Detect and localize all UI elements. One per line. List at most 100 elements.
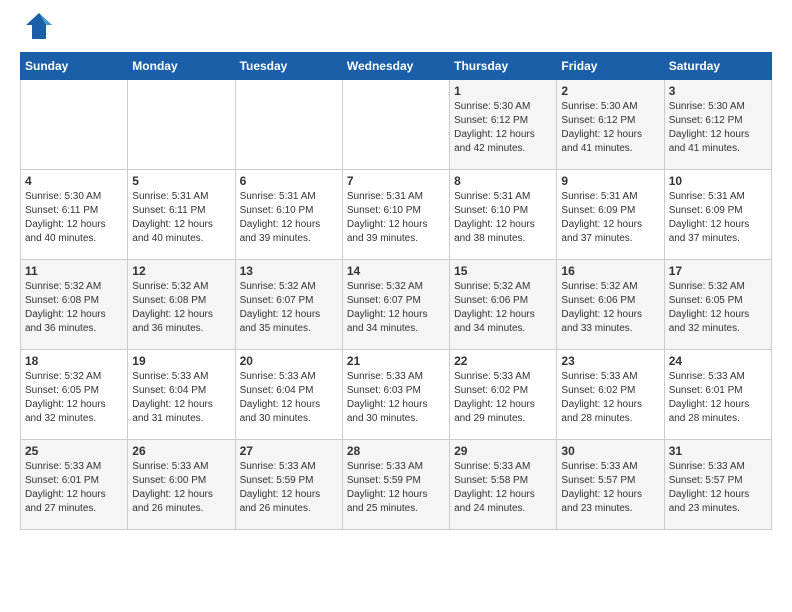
header-saturday: Saturday	[664, 52, 771, 79]
day-info: Sunrise: 5:30 AM Sunset: 6:12 PM Dayligh…	[669, 100, 767, 156]
day-info: Sunrise: 5:33 AM Sunset: 6:04 PM Dayligh…	[132, 370, 230, 426]
calendar-header-row: SundayMondayTuesdayWednesdayThursdayFrid…	[21, 52, 772, 79]
day-info: Sunrise: 5:33 AM Sunset: 6:03 PM Dayligh…	[347, 370, 445, 426]
day-number: 23	[561, 354, 659, 368]
header-sunday: Sunday	[21, 52, 128, 79]
day-cell: 13Sunrise: 5:32 AM Sunset: 6:07 PM Dayli…	[235, 259, 342, 349]
day-number: 11	[25, 264, 123, 278]
day-cell	[342, 79, 449, 169]
day-info: Sunrise: 5:33 AM Sunset: 5:59 PM Dayligh…	[240, 460, 338, 516]
day-number: 29	[454, 444, 552, 458]
day-cell	[235, 79, 342, 169]
day-cell: 7Sunrise: 5:31 AM Sunset: 6:10 PM Daylig…	[342, 169, 449, 259]
day-number: 18	[25, 354, 123, 368]
day-cell: 4 Sunrise: 5:30 AM Sunset: 6:11 PM Daylig…	[21, 169, 128, 259]
day-cell	[128, 79, 235, 169]
day-info: Sunrise: 5:33 AM Sunset: 6:01 PM Dayligh…	[669, 370, 767, 426]
day-number: 24	[669, 354, 767, 368]
page-header	[20, 20, 772, 42]
day-info: Sunrise: 5:31 AM Sunset: 6:10 PM Dayligh…	[240, 190, 338, 246]
day-number: 9	[561, 174, 659, 188]
day-cell: 30 Sunrise: 5:33 AM Sunset: 5:57 PM Dayli…	[557, 439, 664, 529]
header-monday: Monday	[128, 52, 235, 79]
week-row-1: 1 Sunrise: 5:30 AM Sunset: 6:12 PM Daylig…	[21, 79, 772, 169]
header-wednesday: Wednesday	[342, 52, 449, 79]
day-number: 8	[454, 174, 552, 188]
day-cell: 17Sunrise: 5:32 AM Sunset: 6:05 PM Dayli…	[664, 259, 771, 349]
day-number: 25	[25, 444, 123, 458]
week-row-4: 18Sunrise: 5:32 AM Sunset: 6:05 PM Dayli…	[21, 349, 772, 439]
day-cell: 27 Sunrise: 5:33 AM Sunset: 5:59 PM Dayli…	[235, 439, 342, 529]
day-number: 1	[454, 84, 552, 98]
day-cell: 8 Sunrise: 5:31 AM Sunset: 6:10 PM Daylig…	[450, 169, 557, 259]
day-number: 5	[132, 174, 230, 188]
day-number: 30	[561, 444, 659, 458]
day-number: 4	[25, 174, 123, 188]
day-cell: 1 Sunrise: 5:30 AM Sunset: 6:12 PM Daylig…	[450, 79, 557, 169]
day-number: 31	[669, 444, 767, 458]
day-info: Sunrise: 5:33 AM Sunset: 5:59 PM Dayligh…	[347, 460, 445, 516]
day-cell: 28 Sunrise: 5:33 AM Sunset: 5:59 PM Dayli…	[342, 439, 449, 529]
day-cell: 20 Sunrise: 5:33 AM Sunset: 6:04 PM Dayli…	[235, 349, 342, 439]
day-number: 15	[454, 264, 552, 278]
logo-icon	[24, 11, 54, 41]
day-info: Sunrise: 5:33 AM Sunset: 6:04 PM Dayligh…	[240, 370, 338, 426]
header-friday: Friday	[557, 52, 664, 79]
logo	[20, 20, 54, 42]
day-number: 19	[132, 354, 230, 368]
day-number: 7	[347, 174, 445, 188]
day-cell: 26 Sunrise: 5:33 AM Sunset: 6:00 PM Dayli…	[128, 439, 235, 529]
day-cell: 12 Sunrise: 5:32 AM Sunset: 6:08 PM Dayli…	[128, 259, 235, 349]
day-info: Sunrise: 5:33 AM Sunset: 5:57 PM Dayligh…	[669, 460, 767, 516]
day-info: Sunrise: 5:32 AM Sunset: 6:07 PM Dayligh…	[347, 280, 445, 336]
day-cell: 25 Sunrise: 5:33 AM Sunset: 6:01 PM Dayli…	[21, 439, 128, 529]
day-number: 20	[240, 354, 338, 368]
day-cell: 18Sunrise: 5:32 AM Sunset: 6:05 PM Dayli…	[21, 349, 128, 439]
day-cell: 6 Sunrise: 5:31 AM Sunset: 6:10 PM Daylig…	[235, 169, 342, 259]
day-cell: 2Sunrise: 5:30 AM Sunset: 6:12 PM Daylig…	[557, 79, 664, 169]
day-cell: 16Sunrise: 5:32 AM Sunset: 6:06 PM Dayli…	[557, 259, 664, 349]
day-number: 14	[347, 264, 445, 278]
day-info: Sunrise: 5:33 AM Sunset: 5:57 PM Dayligh…	[561, 460, 659, 516]
day-info: Sunrise: 5:32 AM Sunset: 6:06 PM Dayligh…	[454, 280, 552, 336]
day-cell: 11 Sunrise: 5:32 AM Sunset: 6:08 PM Dayli…	[21, 259, 128, 349]
day-number: 12	[132, 264, 230, 278]
day-number: 6	[240, 174, 338, 188]
day-info: Sunrise: 5:31 AM Sunset: 6:09 PM Dayligh…	[561, 190, 659, 246]
day-cell: 29Sunrise: 5:33 AM Sunset: 5:58 PM Dayli…	[450, 439, 557, 529]
day-number: 26	[132, 444, 230, 458]
day-info: Sunrise: 5:32 AM Sunset: 6:06 PM Dayligh…	[561, 280, 659, 336]
day-info: Sunrise: 5:33 AM Sunset: 6:02 PM Dayligh…	[454, 370, 552, 426]
day-info: Sunrise: 5:30 AM Sunset: 6:12 PM Dayligh…	[454, 100, 552, 156]
day-number: 21	[347, 354, 445, 368]
day-cell: 31 Sunrise: 5:33 AM Sunset: 5:57 PM Dayli…	[664, 439, 771, 529]
week-row-5: 25 Sunrise: 5:33 AM Sunset: 6:01 PM Dayli…	[21, 439, 772, 529]
day-cell: 21 Sunrise: 5:33 AM Sunset: 6:03 PM Dayli…	[342, 349, 449, 439]
day-info: Sunrise: 5:33 AM Sunset: 6:00 PM Dayligh…	[132, 460, 230, 516]
day-info: Sunrise: 5:31 AM Sunset: 6:11 PM Dayligh…	[132, 190, 230, 246]
day-cell: 15 Sunrise: 5:32 AM Sunset: 6:06 PM Dayli…	[450, 259, 557, 349]
day-number: 28	[347, 444, 445, 458]
day-info: Sunrise: 5:32 AM Sunset: 6:05 PM Dayligh…	[669, 280, 767, 336]
day-info: Sunrise: 5:32 AM Sunset: 6:08 PM Dayligh…	[25, 280, 123, 336]
week-row-2: 4 Sunrise: 5:30 AM Sunset: 6:11 PM Daylig…	[21, 169, 772, 259]
day-cell: 24 Sunrise: 5:33 AM Sunset: 6:01 PM Dayli…	[664, 349, 771, 439]
day-info: Sunrise: 5:33 AM Sunset: 6:01 PM Dayligh…	[25, 460, 123, 516]
day-cell: 22 Sunrise: 5:33 AM Sunset: 6:02 PM Dayli…	[450, 349, 557, 439]
header-tuesday: Tuesday	[235, 52, 342, 79]
day-cell: 23 Sunrise: 5:33 AM Sunset: 6:02 PM Dayli…	[557, 349, 664, 439]
day-number: 22	[454, 354, 552, 368]
day-number: 13	[240, 264, 338, 278]
day-info: Sunrise: 5:31 AM Sunset: 6:10 PM Dayligh…	[454, 190, 552, 246]
day-info: Sunrise: 5:30 AM Sunset: 6:11 PM Dayligh…	[25, 190, 123, 246]
day-cell: 9 Sunrise: 5:31 AM Sunset: 6:09 PM Daylig…	[557, 169, 664, 259]
day-number: 27	[240, 444, 338, 458]
day-cell: 19 Sunrise: 5:33 AM Sunset: 6:04 PM Dayli…	[128, 349, 235, 439]
day-number: 3	[669, 84, 767, 98]
calendar-table: SundayMondayTuesdayWednesdayThursdayFrid…	[20, 52, 772, 530]
day-info: Sunrise: 5:30 AM Sunset: 6:12 PM Dayligh…	[561, 100, 659, 156]
day-info: Sunrise: 5:33 AM Sunset: 6:02 PM Dayligh…	[561, 370, 659, 426]
day-info: Sunrise: 5:32 AM Sunset: 6:08 PM Dayligh…	[132, 280, 230, 336]
day-cell: 10Sunrise: 5:31 AM Sunset: 6:09 PM Dayli…	[664, 169, 771, 259]
week-row-3: 11 Sunrise: 5:32 AM Sunset: 6:08 PM Dayli…	[21, 259, 772, 349]
